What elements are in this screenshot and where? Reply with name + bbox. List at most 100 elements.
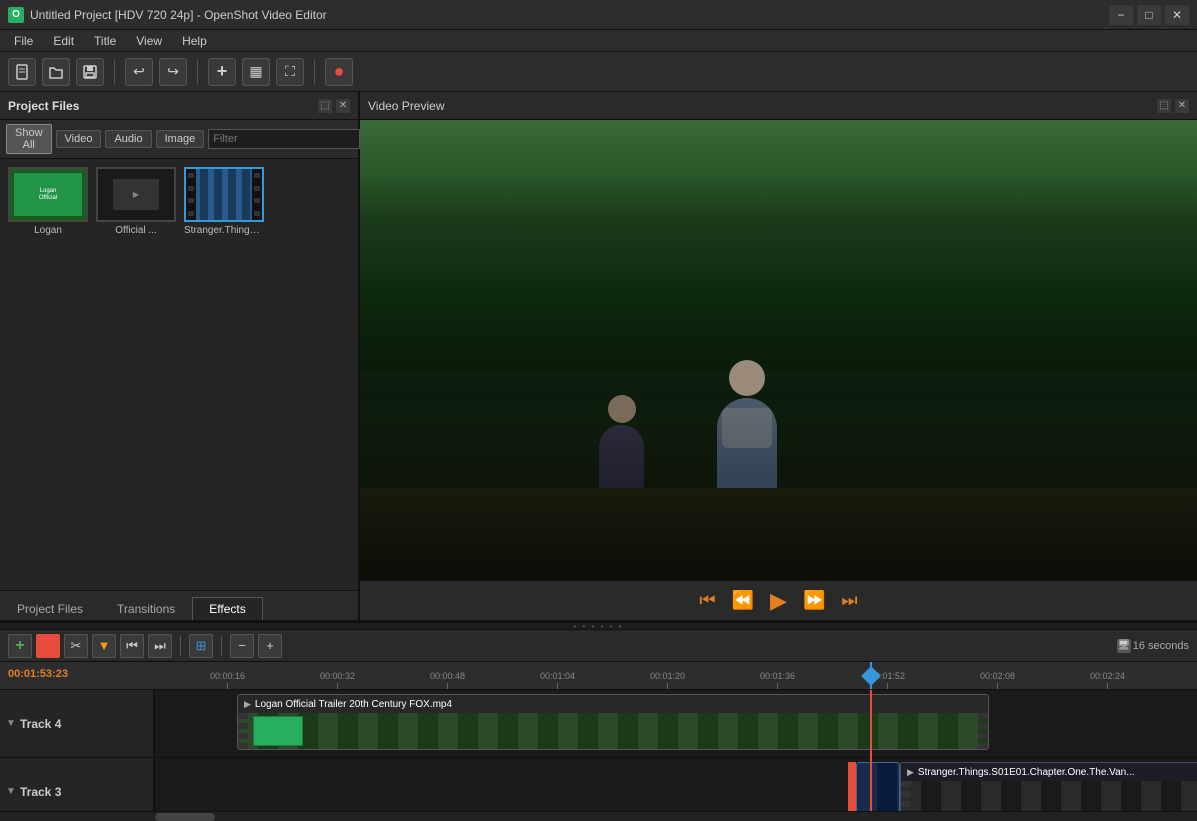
track-4-label: Track 4 [20, 717, 61, 731]
time-code: 00:01:53:23 [8, 668, 68, 680]
filter-show-all[interactable]: Show All [6, 124, 52, 154]
zoom-icon: 🖥 [1117, 639, 1131, 653]
close-button[interactable]: ✕ [1165, 5, 1189, 25]
fullscreen-button[interactable]: ⛶ [276, 58, 304, 86]
jump-end-button[interactable]: ⏭ [148, 634, 172, 658]
filter-audio[interactable]: Audio [105, 130, 151, 148]
filter-input[interactable] [208, 129, 360, 149]
clip-logan-thumb [253, 716, 303, 746]
video-panel-close[interactable]: ✕ [1175, 99, 1189, 113]
video-scene [360, 120, 1197, 580]
minimize-button[interactable]: − [1109, 5, 1133, 25]
video-canvas [360, 120, 1197, 580]
file-item-stranger-things[interactable]: Stranger.Things.... [184, 167, 264, 236]
clip-st-header: ▶ Stranger.Things.S01E01.Chapter.One.The… [901, 763, 1197, 781]
panel-close-button[interactable]: ✕ [336, 99, 350, 113]
track-4-clip-logan[interactable]: ▶ Logan Official Trailer 20th Century FO… [237, 694, 989, 750]
project-files-title: Project Files [8, 99, 79, 113]
ruler-mark-1: 00:00:16 [210, 671, 245, 689]
timeline-area: + ✂ ▼ ⏮ ⏭ ⊞ − + 🖥 16 seconds 00 [0, 630, 1197, 821]
file-label-official: Official ... [115, 225, 157, 236]
clip-pip-left [238, 713, 248, 749]
clip-logan-title: Logan Official Trailer 20th Century FOX.… [255, 699, 452, 710]
clip-st-filmstrip [901, 781, 1197, 811]
razor-button[interactable] [36, 634, 60, 658]
tab-project-files[interactable]: Project Files [0, 597, 100, 620]
zoom-plus-button[interactable]: + [258, 634, 282, 658]
resize-handle[interactable]: • • • • • • [0, 622, 1197, 630]
track-3-arrow: ▼ [6, 786, 16, 797]
arrow-down-button[interactable]: ▼ [92, 634, 116, 658]
clip-st-pip-left [901, 781, 911, 811]
tab-effects[interactable]: Effects [192, 597, 262, 620]
skip-start-button[interactable]: ⏮ [699, 590, 715, 611]
rewind-button[interactable]: ⏪ [732, 590, 754, 611]
video-preview-title: Video Preview [368, 99, 445, 113]
import-button[interactable]: + [208, 58, 236, 86]
skip-end-button[interactable]: ⏭ [841, 590, 857, 611]
menu-file[interactable]: File [4, 32, 43, 50]
track-4-header: ▼ Track 4 [0, 690, 155, 757]
timeline-ruler: 00:01:53:23 00:00:16 00:00:32 00:00:48 [0, 662, 1197, 690]
timeline-scrollbar-thumb[interactable] [155, 813, 215, 821]
video-panel-expand[interactable]: ⬚ [1157, 99, 1171, 113]
zoom-minus-button[interactable]: − [230, 634, 254, 658]
track-3-clip-st[interactable]: ▶ Stranger.Things.S01E01.Chapter.One.The… [900, 762, 1197, 811]
menubar: File Edit Title View Help [0, 30, 1197, 52]
add-track-button[interactable]: + [8, 634, 32, 658]
track-3-label: Track 3 [20, 785, 61, 799]
save-button[interactable] [76, 58, 104, 86]
cut-button[interactable]: ✂ [64, 634, 88, 658]
window-controls: − □ ✕ [1109, 5, 1189, 25]
track-container: ▼ Track 4 ▶ Logan Official Trailer 20th … [0, 690, 1197, 811]
snap-button[interactable]: ⊞ [189, 634, 213, 658]
file-item-logan[interactable]: LoganOfficial Logan [8, 167, 88, 236]
ruler-mark-2: 00:00:32 [320, 671, 355, 689]
st-filmstrip-bg [186, 169, 262, 220]
menu-title[interactable]: Title [84, 32, 126, 50]
tl-sep-2 [221, 636, 222, 656]
track-4-arrow: ▼ [6, 718, 16, 729]
menu-edit[interactable]: Edit [43, 32, 84, 50]
zoom-controls: 🖥 16 seconds [1117, 639, 1189, 653]
maximize-button[interactable]: □ [1137, 5, 1161, 25]
ruler-mark-8: 00:02:08 [980, 671, 1015, 689]
redo-button[interactable]: ↪ [159, 58, 187, 86]
titlebar: O Untitled Project [HDV 720 24p] - OpenS… [0, 0, 1197, 30]
track-4-content: ▶ Logan Official Trailer 20th Century FO… [155, 690, 1197, 757]
transitions-button[interactable]: ▦ [242, 58, 270, 86]
project-files-header: Project Files ⬚ ✕ [0, 92, 358, 120]
fast-forward-button[interactable]: ⏩ [803, 590, 825, 611]
tab-transitions[interactable]: Transitions [100, 597, 192, 620]
ruler-mark-4: 00:01:04 [540, 671, 575, 689]
panel-expand-button[interactable]: ⬚ [318, 99, 332, 113]
clip-blue-filmstrip [857, 763, 899, 811]
scene-ground [360, 488, 1197, 580]
ruler-mark-5: 00:01:20 [650, 671, 685, 689]
file-label-logan: Logan [34, 225, 62, 236]
logan-thumb-text: LoganOfficial [39, 187, 57, 201]
video-controls: ⏮ ⏪ ▶ ⏩ ⏭ [360, 580, 1197, 620]
track-3-clip-blue[interactable] [856, 762, 900, 811]
menu-view[interactable]: View [126, 32, 172, 50]
file-item-official[interactable]: ▶ Official ... [96, 167, 176, 236]
open-button[interactable] [42, 58, 70, 86]
clip-logan-header: ▶ Logan Official Trailer 20th Century FO… [238, 695, 988, 713]
playhead-line-ruler [870, 662, 872, 689]
track-3-header: ▼ Track 3 [0, 758, 155, 811]
record-button[interactable]: ● [325, 58, 353, 86]
play-button[interactable]: ▶ [770, 588, 787, 614]
main-toolbar: ↩ ↪ + ▦ ⛶ ● [0, 52, 1197, 92]
timeline-toolbar: + ✂ ▼ ⏮ ⏭ ⊞ − + 🖥 16 seconds [0, 630, 1197, 662]
undo-button[interactable]: ↩ [125, 58, 153, 86]
new-button[interactable] [8, 58, 36, 86]
timeline-scrollbar[interactable] [0, 811, 1197, 821]
jump-start-button[interactable]: ⏮ [120, 634, 144, 658]
video-preview-header: Video Preview ⬚ ✕ [360, 92, 1197, 120]
menu-help[interactable]: Help [172, 32, 217, 50]
filter-video[interactable]: Video [56, 130, 102, 148]
filter-image[interactable]: Image [156, 130, 205, 148]
clip-logan-filmstrip [238, 713, 988, 749]
clip-st-title: Stranger.Things.S01E01.Chapter.One.The.V… [918, 767, 1135, 778]
bottom-tabs: Project Files Transitions Effects [0, 590, 358, 620]
